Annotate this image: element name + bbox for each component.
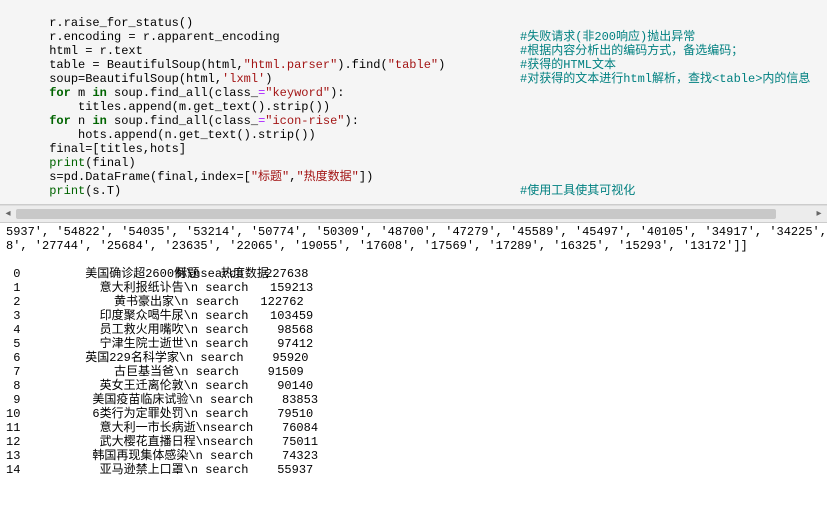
output-line: 5937', '54822', '54035', '53214', '50774…	[6, 225, 821, 239]
code-text: soup.find_all(class_	[107, 86, 258, 100]
code-editor: r.raise_for_status() #失败请求(非200响应)抛出异常 r…	[0, 0, 827, 205]
code-keyword: for	[49, 114, 71, 128]
code-text: soup=BeautifulSoup(html,	[49, 72, 222, 86]
table-row: 14 亚马逊禁上口罩\n search 55937	[6, 463, 821, 477]
code-keyword: for	[49, 86, 71, 100]
code-comment: #使用工具使其可视化	[520, 184, 635, 198]
code-text: html = r.text	[49, 44, 143, 58]
code-text: soup.find_all(class_	[107, 114, 258, 128]
table-row: 11 意大利一市长病逝\nsearch 76084	[6, 421, 821, 435]
code-text: ).find(	[337, 58, 387, 72]
code-text: (final)	[85, 156, 135, 170]
table-row: 2 黄书豪出家\n search 122762	[6, 295, 821, 309]
code-text: (s.T)	[85, 184, 121, 198]
table-row: 5 宁津生院士逝世\n search 97412	[6, 337, 821, 351]
table-row: 3 印度聚众喝牛尿\n search 103459	[6, 309, 821, 323]
table-row: 13 韩国再现集体感染\n search 74323	[6, 449, 821, 463]
code-builtin: print	[49, 184, 85, 198]
code-comment: #获得的HTML文本	[520, 58, 616, 72]
code-text: ):	[330, 86, 344, 100]
table-row: 1 意大利报纸讣告\n search 159213	[6, 281, 821, 295]
table-row: 10 6类行为定罪处罚\n search 79510	[6, 407, 821, 421]
table-row: 0 美国确诊超2600例\nsearch 227638	[6, 267, 821, 281]
horizontal-scrollbar[interactable]: ◂ ▸	[0, 205, 827, 223]
table-row: 4 员工救火用嘴吹\n search 98568	[6, 323, 821, 337]
code-text: r.encoding = r.apparent_encoding	[49, 30, 279, 44]
code-comment: #失败请求(非200响应)抛出异常	[520, 30, 695, 44]
code-text: ])	[359, 170, 373, 184]
output-line: 8', '27744', '25684', '23635', '22065', …	[6, 239, 821, 253]
code-text: hots.append(n.get_text().strip())	[49, 128, 315, 142]
code-text: final=[titles,hots]	[49, 142, 186, 156]
code-keyword: in	[92, 86, 106, 100]
code-string: "keyword"	[265, 86, 330, 100]
code-text: m	[71, 86, 93, 100]
code-text: ):	[345, 114, 359, 128]
code-text: s=pd.DataFrame(final,index=[	[49, 170, 251, 184]
code-string: "标题"	[251, 170, 289, 184]
code-string: "icon-rise"	[265, 114, 344, 128]
code-keyword: in	[92, 114, 106, 128]
table-header-row: 标题 热度数据	[6, 253, 821, 267]
code-line: r.raise_for_status() #失败请求(非200响应)抛出异常	[6, 2, 821, 16]
code-comment: #对获得的文本进行html解析，查找<table>内的信息	[520, 72, 810, 86]
table-row: 9 美国疫苗临床试验\n search 83853	[6, 393, 821, 407]
code-string: "table"	[388, 58, 438, 72]
scroll-right-icon[interactable]: ▸	[811, 206, 827, 222]
output-pane: 5937', '54822', '54035', '53214', '50774…	[0, 223, 827, 479]
code-text: table = BeautifulSoup(html,	[49, 58, 243, 72]
code-text: )	[438, 58, 445, 72]
code-text: )	[265, 72, 272, 86]
scroll-left-icon[interactable]: ◂	[0, 206, 16, 222]
code-comment: #根据内容分析出的编码方式，备选编码；	[520, 44, 743, 58]
code-text: n	[71, 114, 93, 128]
code-string: 'lxml'	[222, 72, 265, 86]
code-string: "html.parser"	[244, 58, 338, 72]
code-text: titles.append(m.get_text().strip())	[49, 100, 330, 114]
scrollbar-thumb[interactable]	[16, 209, 776, 219]
code-string: "热度数据"	[296, 170, 358, 184]
table-row: 7 古巨基当爸\n search 91509	[6, 365, 821, 379]
table-row: 8 英女王迁离伦敦\n search 90140	[6, 379, 821, 393]
code-builtin: print	[49, 156, 85, 170]
code-text: r.raise_for_status()	[49, 16, 193, 30]
table-row: 12 武大樱花直播日程\nsearch 75011	[6, 435, 821, 449]
table-row: 6 英国229名科学家\n search 95920	[6, 351, 821, 365]
